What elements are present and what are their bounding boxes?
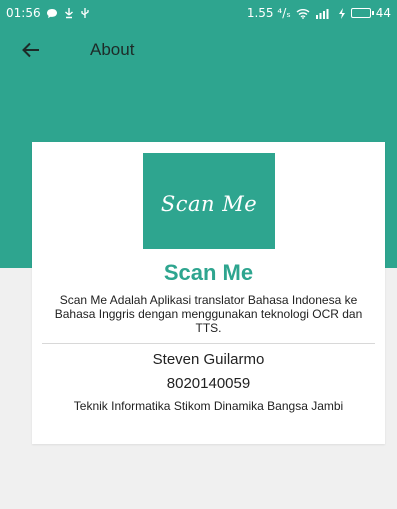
status-bar-right: 1.55 ⁴/ₛ 44 — [247, 6, 391, 20]
chat-bubble-icon — [46, 8, 58, 19]
institution: Teknik Informatika Stikom Dinamika Bangs… — [73, 399, 344, 413]
wifi-icon — [296, 8, 310, 19]
page-title: About — [90, 40, 135, 59]
about-card: Scan Me Scan Me Scan Me Adalah Aplikasi … — [32, 142, 385, 444]
divider — [42, 343, 375, 344]
app-description: Scan Me Adalah Aplikasi translator Bahas… — [54, 293, 363, 335]
battery-icon — [350, 8, 374, 18]
arrow-left-icon — [22, 42, 39, 58]
network-speed: 1.55 ⁴/ₛ — [246, 6, 291, 20]
status-bar-left: 01:56 — [6, 6, 90, 20]
app-logo: Scan Me — [143, 153, 275, 249]
battery-level: 44 — [375, 6, 391, 20]
status-bar: 01:56 1.55 ⁴/ₛ 44 — [0, 0, 397, 26]
toolbar: About — [0, 30, 397, 70]
charging-icon — [338, 7, 346, 19]
author-name: Steven Guilarmo — [152, 351, 265, 368]
app-logo-text: Scan Me — [160, 192, 258, 216]
status-time: 01:56 — [6, 6, 41, 20]
usb-icon — [80, 7, 90, 19]
back-button[interactable] — [22, 30, 62, 70]
usb-debug-icon — [63, 7, 75, 19]
student-id: 8020140059 — [166, 375, 251, 392]
app-name: Scan Me — [163, 260, 254, 285]
signal-icon — [315, 8, 333, 19]
